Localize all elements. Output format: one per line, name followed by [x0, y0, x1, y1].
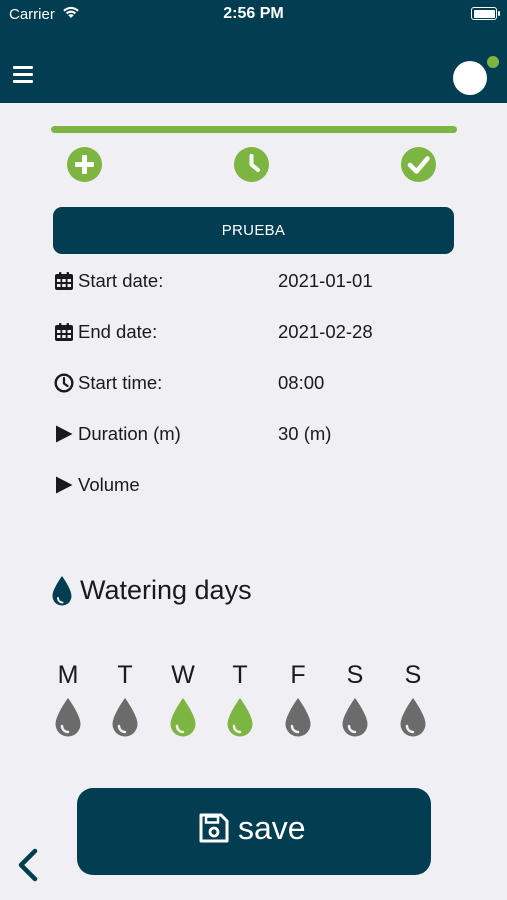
- battery-icon: [471, 7, 500, 20]
- start-time-label-row: Start time:: [54, 370, 264, 396]
- day-letter-thu: T: [232, 661, 248, 689]
- avatar[interactable]: [453, 61, 487, 95]
- day-toggle-fri-drop-icon[interactable]: [283, 697, 313, 737]
- clock-time: 2:56 PM: [223, 5, 284, 22]
- status-bar: Carrier 2:56 PM: [0, 0, 507, 30]
- day-toggle-sat-drop-icon[interactable]: [340, 697, 370, 737]
- duration-label-row: Duration (m): [54, 421, 264, 447]
- app-header: Carrier 2:56 PM: [0, 0, 507, 103]
- start-time-value[interactable]: 08:00: [278, 372, 324, 394]
- watering-days-title: Watering days: [80, 575, 252, 605]
- volume-label: Volume: [78, 474, 140, 495]
- play-icon: [56, 425, 73, 443]
- play-icon: [56, 476, 73, 494]
- chevron-left-icon[interactable]: [15, 847, 41, 883]
- end-date-value[interactable]: 2021-02-28: [278, 321, 373, 343]
- program-title[interactable]: PRUEBA: [53, 207, 454, 254]
- floppy-disk-icon: [199, 813, 229, 843]
- save-button[interactable]: save: [77, 788, 431, 875]
- start-date-label: Start date:: [78, 270, 164, 291]
- step-add-icon[interactable]: [67, 147, 102, 182]
- step-check-icon[interactable]: [401, 147, 436, 182]
- day-toggle-tue-drop-icon[interactable]: [110, 697, 140, 737]
- duration-label: Duration (m): [78, 423, 181, 444]
- day-toggle-sun-drop-icon[interactable]: [398, 697, 428, 737]
- water-drop-icon: [52, 576, 72, 606]
- day-letter-mon: M: [57, 661, 79, 689]
- start-date-value[interactable]: 2021-01-01: [278, 270, 373, 292]
- clock-icon: [54, 373, 74, 393]
- day-letter-sat: S: [346, 661, 364, 689]
- day-letter-fri: F: [290, 661, 306, 689]
- save-button-label: save: [238, 810, 306, 846]
- end-date-label: End date:: [78, 321, 158, 342]
- hamburger-menu-icon[interactable]: [13, 66, 33, 84]
- end-date-label-row: End date:: [54, 319, 264, 345]
- day-letter-wed: W: [171, 661, 195, 689]
- duration-value[interactable]: 30 (m): [278, 423, 331, 445]
- day-toggle-mon-drop-icon[interactable]: [53, 697, 83, 737]
- start-date-label-row: Start date:: [54, 268, 264, 294]
- step-clock-icon[interactable]: [234, 147, 269, 182]
- calendar-icon: [55, 323, 73, 341]
- status-dot: [487, 56, 499, 68]
- calendar-icon: [55, 272, 73, 290]
- day-toggle-wed-drop-icon[interactable]: [168, 697, 198, 737]
- wizard-progress-bar: [51, 126, 457, 133]
- day-letter-tue: T: [117, 661, 133, 689]
- day-letter-sun: S: [404, 661, 422, 689]
- start-time-label: Start time:: [78, 372, 163, 393]
- volume-label-row: Volume: [54, 472, 264, 498]
- day-toggle-thu-drop-icon[interactable]: [225, 697, 255, 737]
